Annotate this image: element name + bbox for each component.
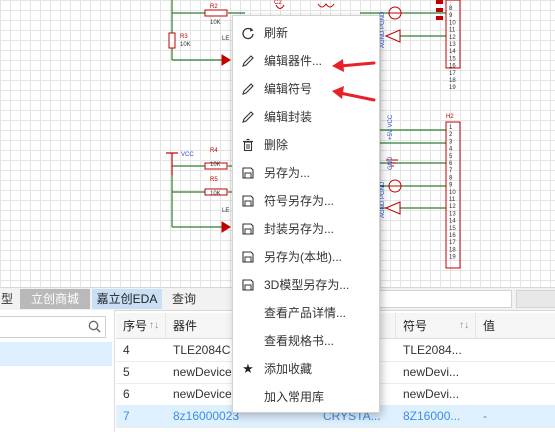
pin-number: 16 bbox=[449, 233, 456, 239]
search-icon[interactable] bbox=[88, 320, 101, 336]
cell-symbol: 8Z16000... bbox=[403, 409, 461, 423]
pin-number: 14 bbox=[449, 219, 456, 225]
cell-index: 4 bbox=[123, 343, 130, 357]
column-header-value[interactable]: 值 bbox=[476, 313, 555, 339]
menu-item-add-favorite[interactable]: ★ 添加收藏 bbox=[233, 355, 379, 383]
pin-number: 5 bbox=[449, 154, 453, 160]
pin-number: 15 bbox=[449, 226, 456, 232]
trash-icon bbox=[241, 138, 255, 152]
library-tree-panel bbox=[0, 310, 115, 432]
library-tree-selected-item[interactable] bbox=[0, 342, 112, 366]
pin-number: 13 bbox=[449, 42, 456, 48]
cell-symbol: newDevi... bbox=[403, 365, 460, 379]
save-icon bbox=[241, 250, 255, 264]
menu-item-add-to-common-library[interactable]: 加入常用库 bbox=[233, 383, 379, 411]
cell-symbol: newDevi... bbox=[403, 387, 460, 401]
pin-number: 1 bbox=[449, 125, 453, 131]
pin-number: 9 bbox=[449, 183, 453, 189]
pin-number: 9 bbox=[449, 13, 453, 19]
menu-item-view-datasheet[interactable]: 查看规格书... bbox=[233, 327, 379, 355]
menu-item-delete[interactable]: 删除 bbox=[233, 131, 379, 159]
context-menu: 刷新 编辑器件... 编辑符号 编辑封装 删除 另存为... 符号另存为... … bbox=[232, 15, 380, 413]
column-header-symbol[interactable]: 符号 ↑↓ bbox=[396, 313, 476, 339]
pencil-icon bbox=[241, 54, 255, 68]
save-icon bbox=[241, 166, 255, 180]
menu-item-save-as[interactable]: 另存为... bbox=[233, 159, 379, 187]
annotation-arrow-edit-symbol bbox=[332, 86, 376, 102]
query-button[interactable] bbox=[516, 290, 555, 308]
menu-item-save-as-local[interactable]: 另存为(本地)... bbox=[233, 243, 379, 271]
pin-number: 11 bbox=[449, 197, 456, 203]
menu-item-edit-footprint[interactable]: 编辑封装 bbox=[233, 103, 379, 131]
pin-number: 12 bbox=[449, 35, 456, 41]
pin-number: 17 bbox=[449, 240, 456, 246]
cell-value: - bbox=[483, 409, 487, 423]
pin-number: 6 bbox=[449, 161, 453, 167]
pencil-icon bbox=[241, 110, 255, 124]
cell-index: 6 bbox=[123, 387, 130, 401]
sort-icon[interactable]: ↑↓ bbox=[149, 313, 159, 339]
cell-index: 7 bbox=[123, 409, 130, 423]
menu-item-save-symbol-as[interactable]: 符号另存为... bbox=[233, 187, 379, 215]
refresh-icon bbox=[241, 26, 255, 40]
save-icon bbox=[241, 194, 255, 208]
pin-number: 18 bbox=[449, 78, 456, 84]
tab-type[interactable]: 型 bbox=[0, 289, 14, 309]
pin-number: 15 bbox=[449, 56, 456, 62]
cell-symbol: TLE2084... bbox=[403, 343, 462, 357]
pin-number: 18 bbox=[449, 247, 456, 253]
menu-item-view-product-details[interactable]: 查看产品详情... bbox=[233, 299, 379, 327]
pin-number: 4 bbox=[449, 147, 453, 153]
tab-lcsc-shop[interactable]: 立创商城 bbox=[20, 289, 90, 309]
sort-icon[interactable]: ↑↓ bbox=[459, 313, 469, 339]
pin-number: 8 bbox=[449, 6, 453, 12]
pin-number: 16 bbox=[449, 64, 456, 70]
query-label: 查询 bbox=[172, 292, 197, 306]
menu-item-save-3d-model-as[interactable]: 3D模型另存为... bbox=[233, 271, 379, 299]
cell-index: 5 bbox=[123, 365, 130, 379]
pin-number: 8 bbox=[449, 175, 453, 181]
pin-number: 11 bbox=[449, 28, 456, 34]
pin-number: 7 bbox=[449, 168, 453, 174]
pin-number: 2 bbox=[449, 132, 453, 138]
pin-number: 14 bbox=[449, 49, 456, 55]
star-icon: ★ bbox=[242, 361, 254, 376]
tab-jlc-eda[interactable]: 嘉立创EDA bbox=[92, 289, 162, 309]
save-icon bbox=[241, 222, 255, 236]
menu-item-refresh[interactable]: 刷新 bbox=[233, 19, 379, 47]
pin-number: 10 bbox=[449, 190, 456, 196]
column-header-index[interactable]: 序号 ↑↓ bbox=[116, 313, 166, 339]
pencil-icon bbox=[241, 82, 255, 96]
save-icon bbox=[241, 278, 255, 292]
annotation-arrow-edit-device bbox=[332, 59, 376, 72]
pin-number: 3 bbox=[449, 139, 453, 145]
pin-number: 19 bbox=[449, 255, 456, 261]
pin-number: 17 bbox=[449, 71, 456, 77]
pin-number: 19 bbox=[449, 85, 456, 91]
menu-item-save-footprint-as[interactable]: 封装另存为... bbox=[233, 215, 379, 243]
pin-number: 13 bbox=[449, 211, 456, 217]
pin-number: 10 bbox=[449, 20, 456, 26]
pin-number: 12 bbox=[449, 204, 456, 210]
library-search-input[interactable] bbox=[0, 316, 106, 338]
